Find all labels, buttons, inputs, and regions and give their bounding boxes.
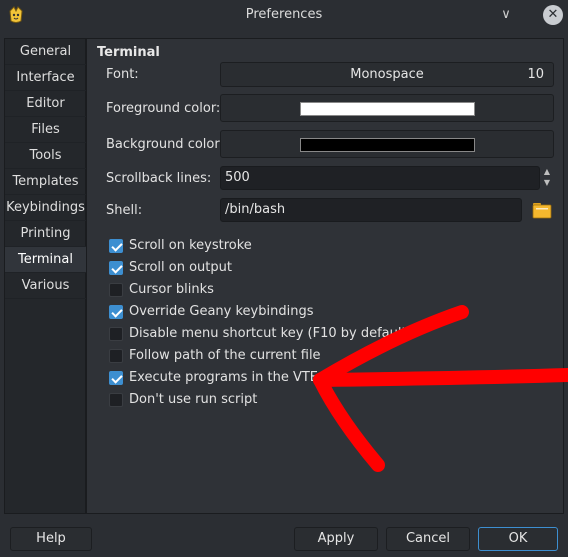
bg-color-label: Background color: [106, 137, 224, 152]
checkbox-label: Follow path of the current file [129, 348, 321, 363]
checkbox-unchecked-icon[interactable] [109, 327, 123, 341]
preferences-tabs: General Interface Editor Files Tools Tem… [4, 38, 86, 514]
font-chooser-button[interactable]: Monospace 10 [220, 62, 554, 87]
tab-printing[interactable]: Printing [5, 221, 86, 247]
checkbox-checked-icon[interactable] [109, 305, 123, 319]
checkbox-unchecked-icon[interactable] [109, 393, 123, 407]
fg-color-swatch [300, 102, 475, 116]
folder-icon[interactable] [530, 198, 554, 222]
checkbox-checked-icon[interactable] [109, 371, 123, 385]
checkbox-label: Cursor blinks [129, 282, 214, 297]
tab-tools[interactable]: Tools [5, 143, 86, 169]
help-button[interactable]: Help [10, 527, 92, 551]
shell-label: Shell: [106, 203, 143, 218]
checkbox-label: Scroll on keystroke [129, 238, 252, 253]
tab-keybindings[interactable]: Keybindings [5, 195, 86, 221]
tab-editor[interactable]: Editor [5, 91, 86, 117]
checkbox-label: Scroll on output [129, 260, 232, 275]
font-label: Font: [106, 67, 139, 82]
fg-color-label: Foreground color: [106, 101, 221, 116]
ok-button[interactable]: OK [478, 527, 558, 551]
tab-interface[interactable]: Interface [5, 65, 86, 91]
scrollback-input[interactable]: 500 [220, 166, 540, 190]
fg-color-button[interactable] [220, 94, 554, 122]
spin-down-icon[interactable]: ▼ [540, 177, 554, 188]
checkbox-checked-icon[interactable] [109, 261, 123, 275]
checkbox-unchecked-icon[interactable] [109, 349, 123, 363]
checkbox-label: Override Geany keybindings [129, 304, 314, 319]
tab-templates[interactable]: Templates [5, 169, 86, 195]
scrollback-label: Scrollback lines: [106, 171, 212, 186]
cancel-button[interactable]: Cancel [386, 527, 470, 551]
checkbox-checked-icon[interactable] [109, 239, 123, 253]
shell-input[interactable]: /bin/bash [220, 198, 522, 222]
tab-files[interactable]: Files [5, 117, 86, 143]
close-icon[interactable]: ✕ [543, 5, 563, 25]
title-bar: Preferences ∨ ✕ [0, 0, 568, 30]
tab-various[interactable]: Various [5, 273, 86, 299]
font-name: Monospace [350, 67, 424, 82]
section-title: Terminal [97, 45, 160, 60]
bg-color-swatch [300, 138, 475, 152]
tab-general[interactable]: General [5, 39, 86, 65]
minimize-icon[interactable]: ∨ [496, 5, 516, 25]
spin-up-icon[interactable]: ▲ [540, 166, 554, 177]
tab-terminal[interactable]: Terminal [5, 247, 86, 273]
scrollback-spinner[interactable]: ▲ ▼ [540, 166, 554, 190]
checkbox-label: Don't use run script [129, 392, 258, 407]
apply-button[interactable]: Apply [294, 527, 378, 551]
checkbox-label: Disable menu shortcut key (F10 by defaul… [129, 326, 412, 341]
bg-color-button[interactable] [220, 130, 554, 158]
window-title: Preferences [245, 7, 323, 22]
checkbox-unchecked-icon[interactable] [109, 283, 123, 297]
font-size: 10 [527, 67, 544, 82]
checkbox-label: Execute programs in the VTE [129, 370, 319, 385]
